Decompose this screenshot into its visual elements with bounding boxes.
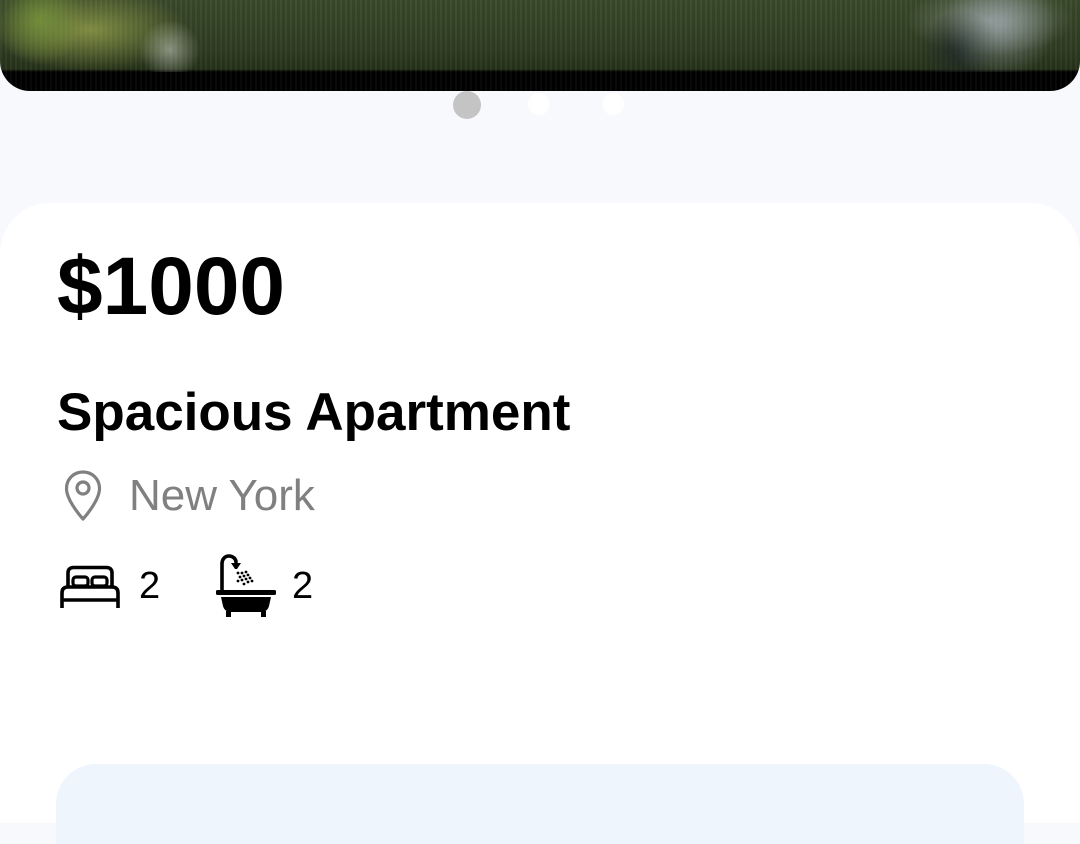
carousel-dot-active[interactable] xyxy=(453,91,481,119)
bedrooms-count: 2 xyxy=(139,565,161,607)
carousel-dot[interactable] xyxy=(602,93,624,115)
bathrooms-count: 2 xyxy=(292,565,314,607)
map-pin-icon xyxy=(64,470,102,522)
bottom-panel xyxy=(56,764,1024,844)
photo-shrub-right xyxy=(920,0,1080,72)
bathtub-icon xyxy=(214,554,278,618)
photo-shrub-left xyxy=(0,0,230,72)
bathrooms-feature: 2 xyxy=(214,554,313,618)
carousel-dot[interactable] xyxy=(528,93,550,115)
property-photo[interactable] xyxy=(0,0,1080,91)
bed-icon xyxy=(58,560,122,612)
location-label: New York xyxy=(129,471,315,520)
listing-title: Spacious Apartment xyxy=(57,383,571,442)
listing-location: New York xyxy=(64,470,315,522)
carousel-indicator xyxy=(0,91,1080,119)
bedrooms-feature: 2 xyxy=(58,554,160,618)
listing-price: $1000 xyxy=(57,241,286,332)
